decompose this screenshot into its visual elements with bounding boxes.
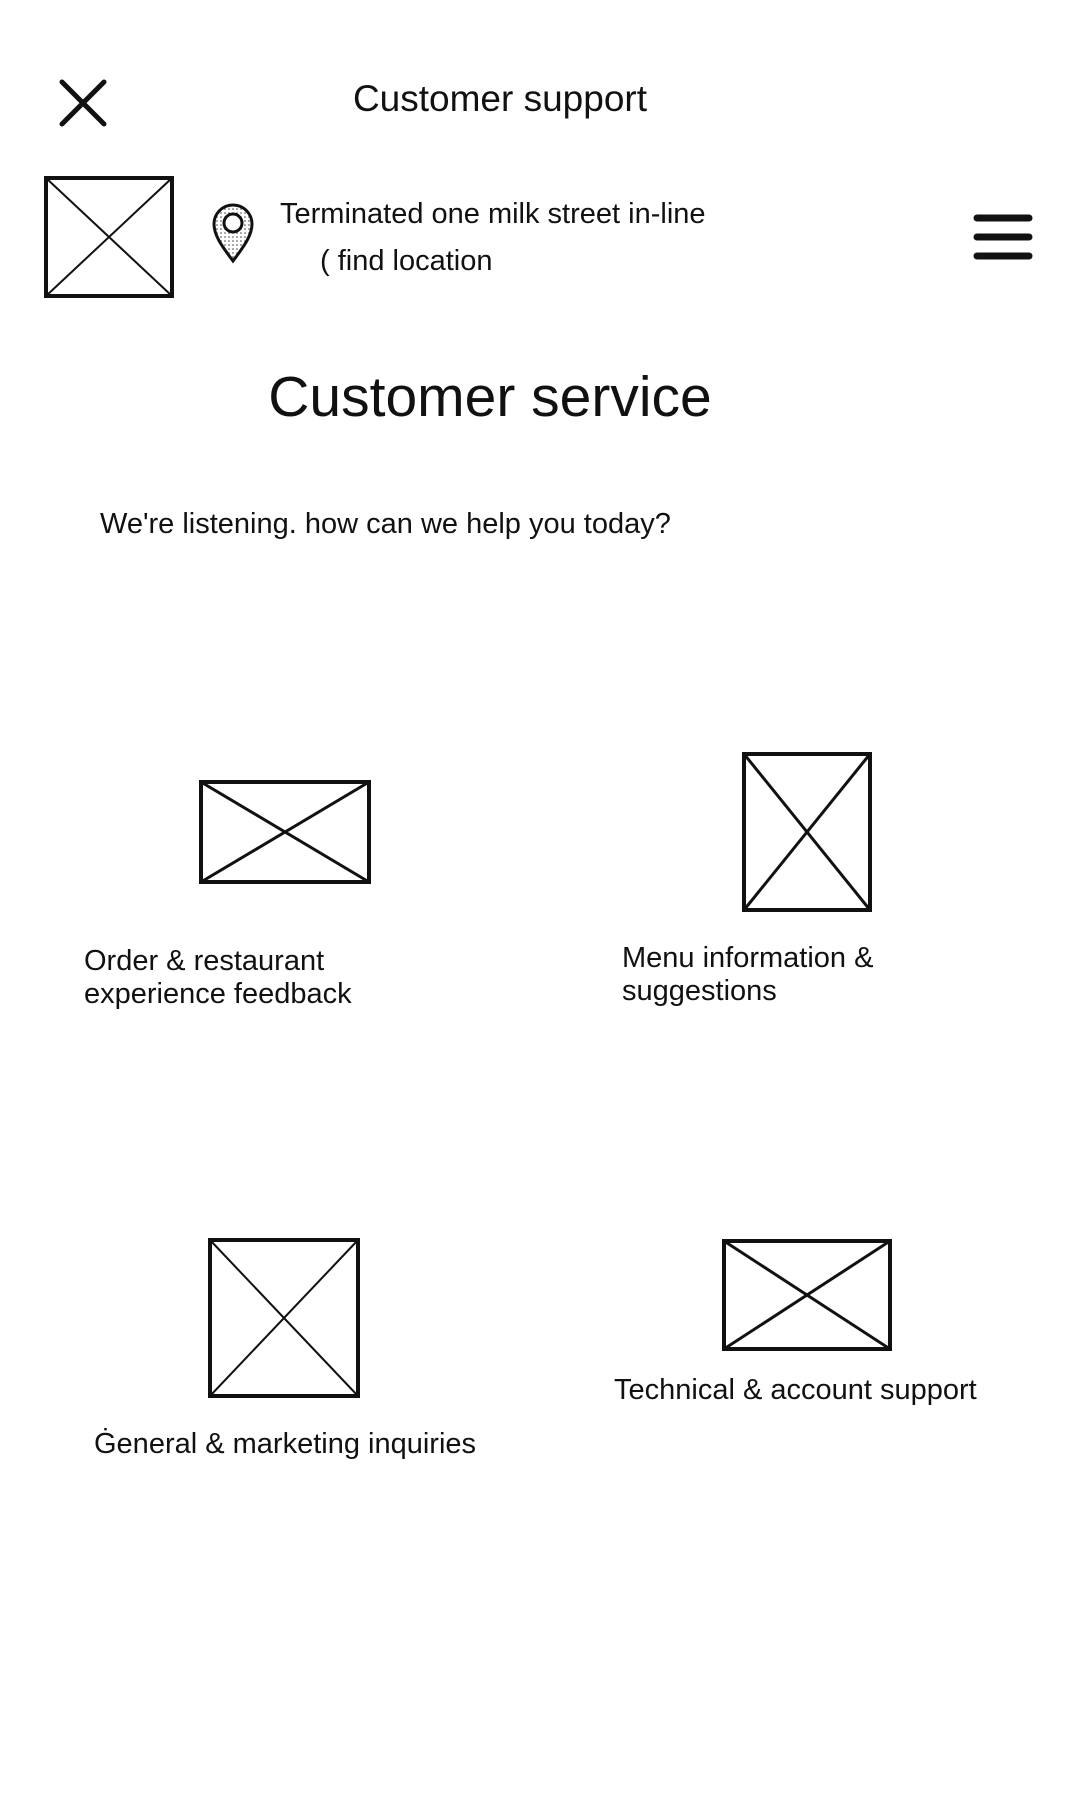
hamburger-menu-icon bbox=[973, 214, 1033, 260]
logo bbox=[44, 176, 174, 298]
location-pin-icon bbox=[211, 203, 255, 265]
image-placeholder-icon bbox=[742, 752, 872, 912]
category-label: Ġeneral & marketing inquiries bbox=[94, 1428, 477, 1460]
image-placeholder-icon bbox=[208, 1238, 360, 1398]
image-placeholder-icon bbox=[199, 780, 371, 884]
section-subtitle: We're listening. how can we help you tod… bbox=[100, 508, 671, 540]
find-location-link[interactable]: ( find location bbox=[320, 245, 493, 278]
category-label: Menu information & suggestions bbox=[622, 942, 874, 1007]
section-heading: Customer service bbox=[268, 365, 712, 429]
image-placeholder-icon bbox=[44, 176, 174, 298]
image-placeholder-icon bbox=[722, 1239, 892, 1351]
category-label: Technical & account support bbox=[614, 1374, 977, 1406]
page-title: Customer support bbox=[352, 78, 648, 119]
location-address: Terminated one milk street in-line bbox=[280, 198, 706, 230]
category-label: Order & restaurant experience feedback bbox=[84, 945, 352, 1010]
menu-button[interactable] bbox=[972, 212, 1034, 262]
